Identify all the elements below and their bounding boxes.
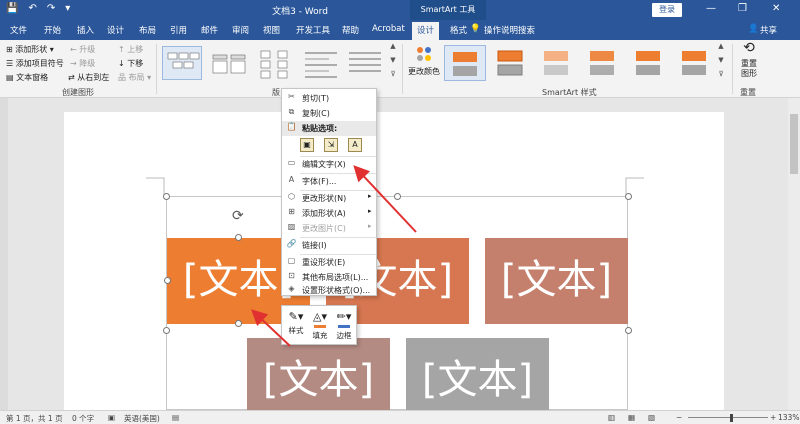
arrow-to-first-shape [251, 309, 291, 347]
zoom-slider[interactable] [688, 417, 768, 418]
page-count[interactable]: 第 1 页，共 1 页 [6, 413, 63, 424]
arrow-to-edit-text [353, 165, 417, 233]
zoom-slider-knob[interactable] [730, 414, 733, 422]
language-status[interactable]: 英语(美国) [124, 413, 160, 424]
macro-icon[interactable]: ▤ [172, 413, 179, 422]
zoom-in-icon[interactable]: + [770, 413, 776, 422]
status-bar: 第 1 页，共 1 页 0 个字 ▣ 英语(美国) ▤ ▥ ▦ ▧ − + 13… [0, 410, 800, 424]
print-layout-icon[interactable]: ▦ [628, 413, 635, 422]
zoom-level[interactable]: 133% [778, 413, 799, 422]
web-layout-icon[interactable]: ▧ [648, 413, 655, 422]
read-mode-icon[interactable]: ▥ [608, 413, 615, 422]
proofing-icon[interactable]: ▣ [108, 413, 115, 422]
word-count[interactable]: 0 个字 [72, 413, 94, 424]
annotation-arrows [251, 165, 417, 347]
zoom-out-icon[interactable]: − [676, 413, 682, 422]
